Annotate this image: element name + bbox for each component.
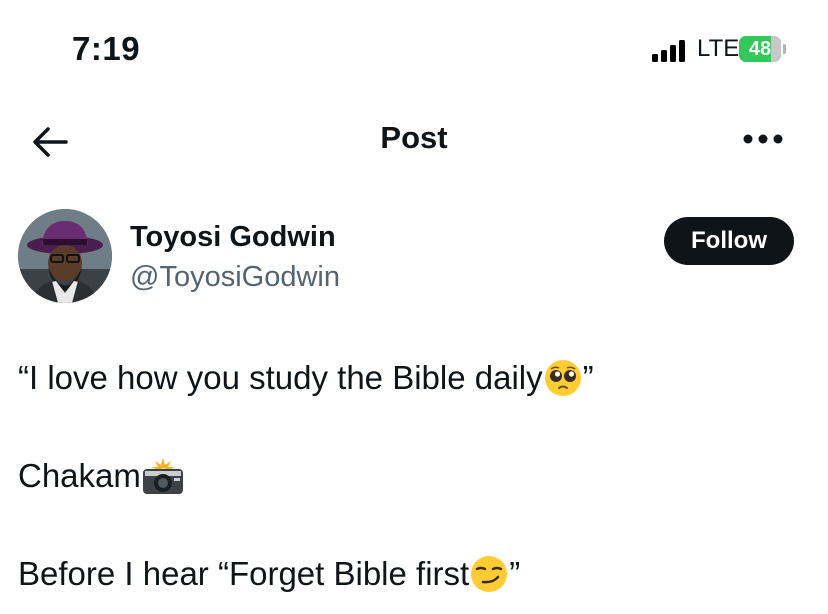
post-line-3-text: Before I hear “Forget Bible first bbox=[18, 555, 470, 592]
status-bar: 7:19 LTE 48 bbox=[0, 0, 828, 100]
status-time: 7:19 bbox=[72, 30, 141, 67]
author-handle[interactable]: @ToyosiGodwin bbox=[130, 261, 340, 294]
signal-strength-icon bbox=[652, 40, 690, 62]
network-type: LTE bbox=[697, 35, 740, 62]
more-options-icon[interactable] bbox=[742, 124, 784, 154]
battery-level: 48 bbox=[748, 38, 772, 60]
post-line-1-text: “I love how you study the Bible daily bbox=[18, 359, 543, 396]
post-author: Toyosi Godwin @ToyosiGodwin Follow bbox=[0, 205, 828, 315]
follow-button[interactable]: Follow bbox=[664, 217, 794, 265]
post-line-1: “I love how you study the Bible daily ” bbox=[18, 358, 594, 398]
camera-with-flash-icon bbox=[141, 456, 183, 496]
post-line-3-end: ” bbox=[509, 555, 521, 592]
battery-icon: 48 bbox=[739, 36, 786, 62]
post-line-3: Before I hear “Forget Bible first ” bbox=[18, 554, 520, 594]
post-line-1-end: ” bbox=[582, 359, 594, 396]
top-navigation: Post bbox=[0, 100, 828, 184]
post-line-2: Chakam bbox=[18, 456, 183, 496]
avatar[interactable] bbox=[18, 209, 112, 303]
page-title: Post bbox=[380, 120, 448, 155]
post-line-2-text: Chakam bbox=[18, 457, 141, 494]
smirking-face-icon bbox=[469, 554, 509, 594]
author-name[interactable]: Toyosi Godwin bbox=[130, 221, 336, 254]
pleading-face-icon bbox=[543, 358, 583, 398]
